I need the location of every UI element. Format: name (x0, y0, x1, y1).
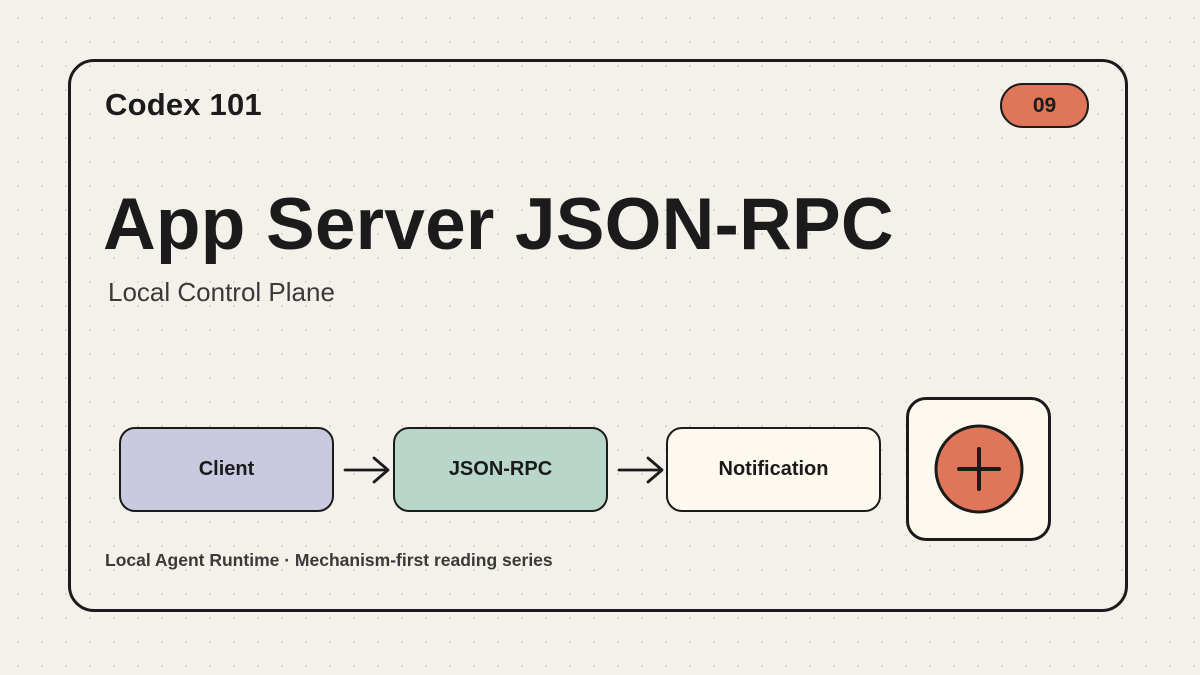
page-subtitle: Local Control Plane (108, 277, 335, 307)
episode-badge: 09 (1000, 83, 1089, 128)
plus-tile (906, 397, 1051, 541)
series-footer: Local Agent Runtime · Mechanism-first re… (105, 550, 553, 570)
flow-arrow-icon (617, 456, 664, 484)
page-title: App Server JSON-RPC (103, 184, 894, 265)
flow-node-client: Client (119, 427, 334, 512)
flow-arrow-icon (343, 456, 390, 484)
plus-circle-icon (934, 424, 1023, 514)
flow-node-json-rpc: JSON-RPC (393, 427, 608, 512)
flow-node-notification: Notification (666, 427, 881, 512)
series-brand: Codex 101 (105, 87, 262, 122)
